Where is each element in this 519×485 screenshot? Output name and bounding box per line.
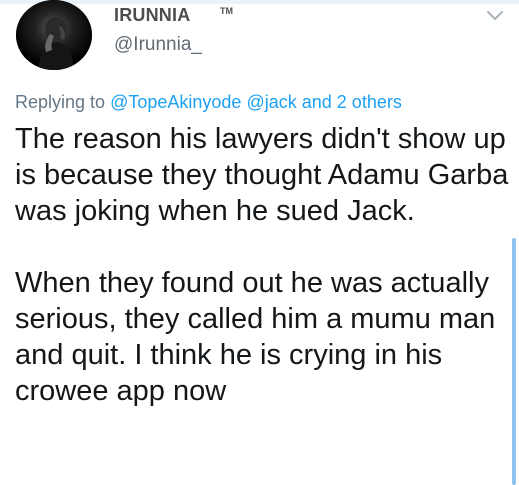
scrollbar[interactable]	[512, 238, 516, 485]
tweet: IRUNNIA TM @Irunnia_ Replying to @TopeAk…	[0, 0, 519, 485]
user-handle[interactable]: @Irunnia_	[114, 34, 202, 56]
mention-others-link[interactable]: and 2 others	[302, 92, 402, 112]
mention-link-topeakinyode[interactable]: @TopeAkinyode	[110, 92, 241, 112]
chevron-down-icon[interactable]	[485, 7, 505, 23]
display-name[interactable]: IRUNNIA	[114, 5, 190, 26]
tweet-text: The reason his lawyers didn't show up is…	[15, 121, 510, 409]
avatar[interactable]	[16, 0, 92, 70]
trademark-badge: TM	[220, 6, 233, 16]
reply-prefix: Replying to	[15, 92, 106, 112]
tweet-paragraph: When they found out he was actually seri…	[15, 267, 496, 407]
mention-link-jack[interactable]: @jack	[246, 92, 296, 112]
reply-context: Replying to @TopeAkinyode @jack and 2 ot…	[15, 92, 402, 113]
hooded-figure-icon	[16, 0, 92, 70]
tweet-paragraph: The reason his lawyers didn't show up is…	[15, 123, 509, 227]
